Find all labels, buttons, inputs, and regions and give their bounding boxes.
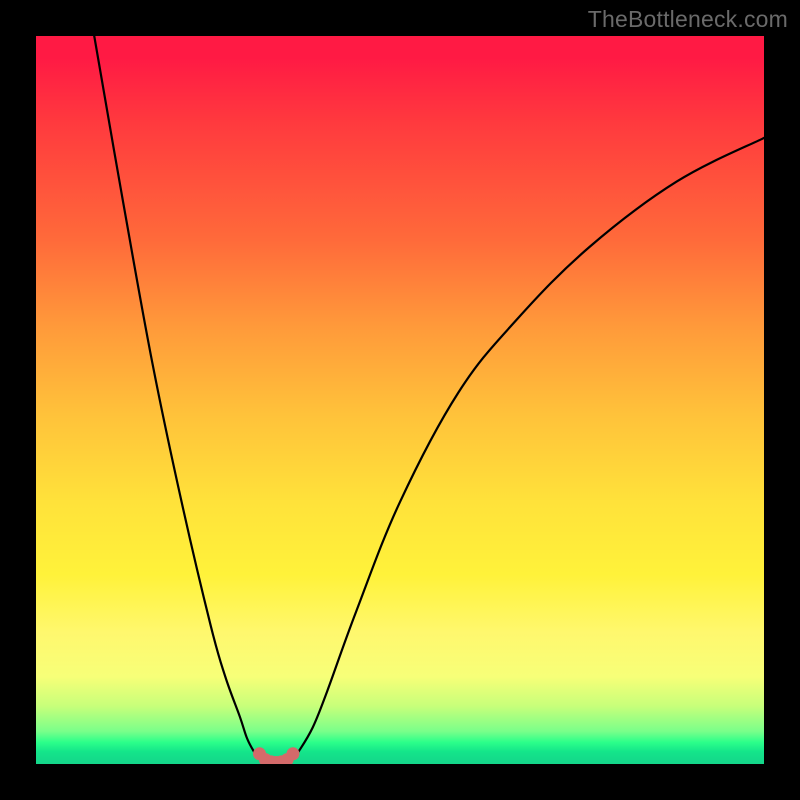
chart-frame: TheBottleneck.com	[0, 0, 800, 800]
curve-svg	[36, 36, 764, 764]
plot-area	[36, 36, 764, 764]
bottleneck-curve	[94, 36, 764, 764]
watermark-text: TheBottleneck.com	[588, 6, 788, 33]
valley-marker	[286, 747, 299, 760]
marker-group	[253, 747, 299, 764]
curve-group	[94, 36, 764, 764]
